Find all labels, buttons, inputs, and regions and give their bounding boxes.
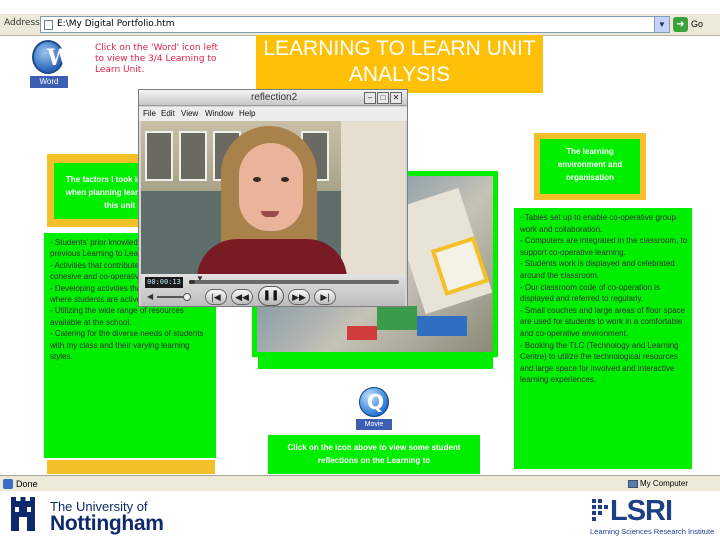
word-instruction: Click on the 'Word' icon left to view th… <box>95 43 219 75</box>
fast-forward-icon[interactable]: ▶▶ <box>288 289 310 305</box>
volume-knob[interactable] <box>183 293 191 301</box>
go-label: Go <box>691 19 704 29</box>
address-dropdown-icon[interactable]: ▼ <box>654 17 669 32</box>
menu-view[interactable]: View <box>181 109 198 118</box>
close-icon[interactable]: ✕ <box>390 92 402 104</box>
address-value: E:\My Digital Portfolio.htm <box>57 19 175 29</box>
word-icon: W <box>32 40 72 74</box>
lsri-wordmark: LSRI <box>610 495 673 527</box>
go-arrow-icon: ➜ <box>673 17 688 32</box>
go-button[interactable]: ➜ Go <box>673 16 717 33</box>
scrubber[interactable] <box>189 280 399 284</box>
address-label: Address <box>4 18 40 28</box>
zone-text: My Computer <box>640 479 689 488</box>
pause-button[interactable]: ❚❚ <box>258 286 284 306</box>
computer-icon <box>628 480 638 488</box>
quicktime-menubar: File Edit View Window Help <box>139 107 407 121</box>
lsri-subtitle: Learning Sciences Research Institute <box>590 527 715 536</box>
step-forward-icon[interactable]: ▶| <box>314 289 336 305</box>
page-icon <box>44 20 53 30</box>
quicktime-titlebar[interactable]: reflection2 – □ ✕ <box>139 90 407 106</box>
right-list-box: - Tables set up to enable co-operative g… <box>514 208 692 469</box>
menu-edit[interactable]: Edit <box>161 109 175 118</box>
word-icon-link[interactable]: W Word <box>26 40 72 88</box>
address-bar: Address E:\My Digital Portfolio.htm ▼ ➜ … <box>0 14 720 36</box>
status-bar: Done My Computer <box>0 475 720 491</box>
movie-icon-link[interactable]: Q Movie <box>356 387 392 431</box>
scrubber-fill <box>189 280 196 284</box>
rewind-icon[interactable]: ◀◀ <box>231 289 253 305</box>
right-heading: The learning environment and organisatio… <box>557 147 623 182</box>
movie-icon-label: Movie <box>356 419 392 430</box>
page-title: LEARNING TO LEARN UNIT ANALYSIS <box>263 37 536 86</box>
ie-page-icon <box>3 479 13 489</box>
player-controls: 00:00:13 ▼ ◀ |◀ ◀◀ ❚❚ ▶▶ ▶| <box>141 274 405 306</box>
video-frame[interactable] <box>141 121 405 274</box>
playhead-icon[interactable]: ▼ <box>196 274 204 284</box>
slide-footer: The University of Nottingham LSRI Learni… <box>0 491 720 540</box>
title-banner: LEARNING TO LEARN UNIT ANALYSIS <box>256 35 543 93</box>
step-back-icon[interactable]: |◀ <box>205 289 227 305</box>
movie-instruction-box: Click on the icon above to view some stu… <box>268 435 480 474</box>
word-icon-label: Word <box>30 76 68 88</box>
menu-help[interactable]: Help <box>239 109 255 118</box>
speaker-icon: ◀ <box>147 292 154 301</box>
left-yellow-strip <box>47 460 215 474</box>
right-list: - Tables set up to enable co-operative g… <box>520 213 688 385</box>
right-heading-box: The learning environment and organisatio… <box>534 133 646 200</box>
timecode: 00:00:13 <box>145 277 183 288</box>
quicktime-icon: Q <box>359 387 389 417</box>
lsri-logo: LSRI Learning Sciences Research Institut… <box>590 495 720 539</box>
menu-file[interactable]: File <box>143 109 156 118</box>
address-input[interactable]: E:\My Digital Portfolio.htm ▼ <box>40 16 670 33</box>
lsri-mark-icon <box>592 499 608 521</box>
quicktime-title: reflection2 <box>251 92 298 103</box>
university-line2: Nottingham <box>50 512 164 535</box>
minimize-icon[interactable]: – <box>364 92 376 104</box>
page-content: W Word Click on the 'Word' icon left to … <box>0 35 720 474</box>
quicktime-window[interactable]: reflection2 – □ ✕ File Edit View Window … <box>138 89 408 307</box>
nottingham-crest-icon <box>11 497 35 531</box>
maximize-icon[interactable]: □ <box>377 92 389 104</box>
status-text: Done <box>16 479 38 489</box>
movie-instruction: Click on the icon above to view some stu… <box>287 443 461 465</box>
volume-slider[interactable]: ◀ <box>147 292 191 301</box>
browser-window: Address E:\My Digital Portfolio.htm ▼ ➜ … <box>0 0 720 540</box>
menu-window[interactable]: Window <box>205 109 233 118</box>
photo-strip <box>258 357 493 369</box>
